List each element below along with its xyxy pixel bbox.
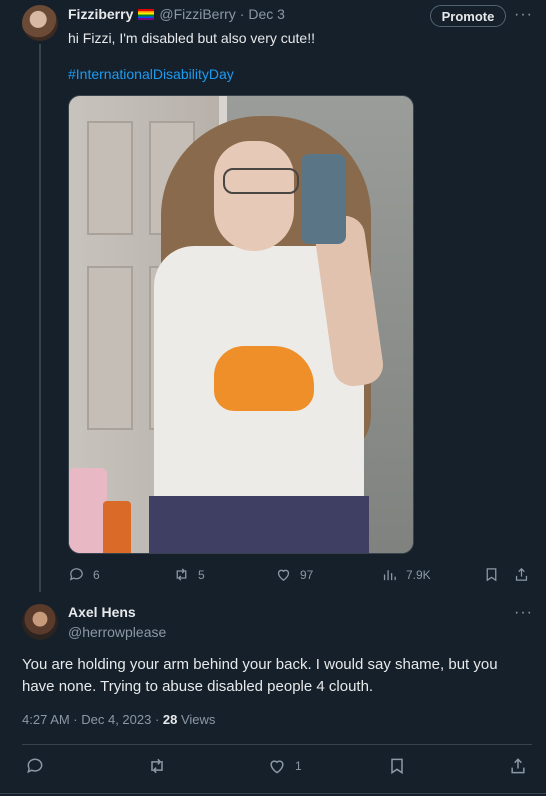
author-handle[interactable]: @FizziBerry bbox=[159, 6, 235, 22]
like-button[interactable]: 97 bbox=[275, 566, 313, 583]
like-count: 97 bbox=[300, 567, 314, 582]
reply-text: You are holding your arm behind your bac… bbox=[22, 656, 498, 695]
reply-author-handle[interactable]: @herrowplease bbox=[68, 624, 166, 640]
reply-actions: 1 bbox=[22, 756, 532, 778]
reply-view-count: 28 bbox=[162, 712, 178, 727]
promote-button[interactable]: Promote bbox=[430, 5, 506, 27]
bottom-divider bbox=[0, 793, 546, 794]
retweet-icon bbox=[176, 568, 187, 581]
hashtag-link[interactable]: #InternationalDisabilityDay bbox=[68, 66, 234, 82]
reply-retweet-button[interactable] bbox=[147, 756, 167, 776]
views-button[interactable]: 7.9K bbox=[381, 566, 431, 583]
bookmark-icon bbox=[391, 758, 403, 775]
author-avatar[interactable] bbox=[22, 5, 58, 41]
reply-like-button[interactable]: 1 bbox=[267, 756, 302, 776]
reply-views-label: Views bbox=[177, 712, 216, 727]
reply-author-avatar[interactable] bbox=[22, 604, 58, 640]
heart-icon bbox=[270, 760, 284, 774]
reply-icon bbox=[27, 758, 43, 774]
reply-share-button[interactable] bbox=[508, 756, 528, 776]
bookmark-button[interactable] bbox=[483, 566, 500, 583]
view-count: 7.9K bbox=[406, 567, 431, 582]
reply-meta: 4:27 AM · Dec 4, 2023 · 28 Views bbox=[22, 712, 215, 727]
reply-icon bbox=[69, 568, 83, 581]
reply-reply-button[interactable] bbox=[25, 756, 45, 776]
tweet-actions: 6 5 97 7.9K bbox=[68, 566, 534, 586]
reply-count: 6 bbox=[93, 567, 100, 582]
bookmark-icon bbox=[486, 568, 497, 582]
rainbow-flag-icon bbox=[138, 8, 155, 20]
reply-more-options-icon[interactable]: ··· bbox=[514, 604, 533, 622]
retweet-icon bbox=[151, 758, 163, 774]
author-name[interactable]: Fizziberry bbox=[68, 6, 133, 22]
heart-icon bbox=[277, 569, 290, 581]
tweet-text: hi Fizzi, I'm disabled but also very cut… bbox=[68, 30, 315, 46]
divider bbox=[22, 744, 532, 745]
share-icon bbox=[511, 758, 525, 774]
reply-like-count: 1 bbox=[295, 759, 302, 773]
tweet-photo[interactable] bbox=[68, 95, 414, 554]
tweet-header: Fizziberry @FizziBerry · Dec 3 bbox=[68, 6, 285, 22]
retweet-button[interactable]: 5 bbox=[173, 566, 205, 583]
retweet-count: 5 bbox=[198, 567, 205, 582]
reply-timestamp[interactable]: 4:27 AM · Dec 4, 2023 · bbox=[22, 712, 163, 727]
photo-phone bbox=[301, 154, 346, 244]
photo-tiger-print bbox=[214, 346, 314, 411]
reply-author-name[interactable]: Axel Hens bbox=[68, 604, 136, 620]
share-button[interactable] bbox=[513, 566, 530, 583]
thread-line bbox=[39, 44, 41, 592]
more-options-icon[interactable]: ··· bbox=[514, 6, 533, 24]
share-icon bbox=[515, 567, 528, 581]
reply-button[interactable]: 6 bbox=[68, 566, 100, 583]
analytics-icon bbox=[383, 570, 396, 581]
tweet-date[interactable]: · Dec 3 bbox=[240, 6, 285, 22]
reply-bookmark-button[interactable] bbox=[387, 756, 407, 776]
